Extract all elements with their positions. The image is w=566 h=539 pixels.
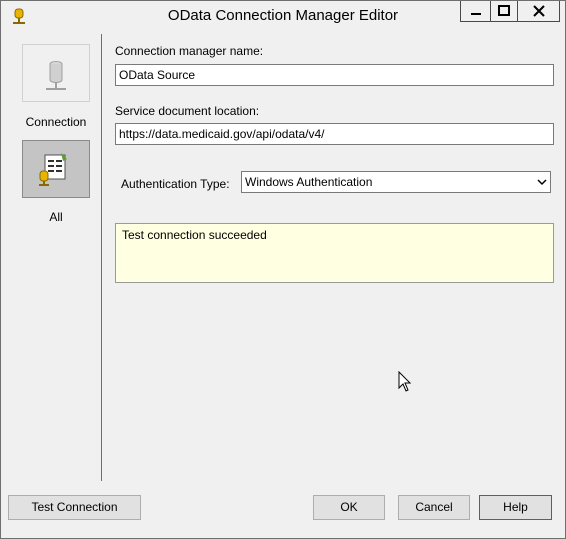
- dialog-body: Connection All Connection manager name: …: [8, 32, 559, 532]
- nav-connection-label[interactable]: Connection: [10, 115, 102, 129]
- service-location-label: Service document location:: [115, 104, 260, 118]
- status-message: Test connection succeeded: [122, 228, 267, 242]
- ok-button[interactable]: OK: [313, 495, 385, 520]
- status-message-box: Test connection succeeded: [115, 223, 554, 283]
- cancel-button[interactable]: Cancel: [398, 495, 470, 520]
- maximize-icon: [498, 5, 510, 16]
- title-bar[interactable]: OData Connection Manager Editor: [1, 1, 565, 31]
- editor-window: OData Connection Manager Editor Connecti…: [0, 0, 566, 539]
- minimize-button[interactable]: [460, 1, 490, 22]
- database-connection-icon: [46, 61, 66, 90]
- maximize-button[interactable]: [490, 1, 517, 22]
- auth-type-dropdown[interactable]: Windows Authentication: [241, 171, 551, 193]
- connection-name-label: Connection manager name:: [115, 44, 264, 58]
- nav-all-label[interactable]: All: [10, 210, 102, 224]
- nav-connection-button[interactable]: [22, 44, 90, 102]
- auth-type-label: Authentication Type:: [121, 177, 230, 191]
- nav-all-button[interactable]: [22, 140, 90, 198]
- chevron-down-icon[interactable]: [536, 176, 548, 188]
- property-sheet-icon: [39, 153, 67, 186]
- close-icon: [533, 5, 545, 17]
- mouse-pointer-icon: [398, 371, 412, 392]
- auth-type-selected-value: Windows Authentication: [245, 175, 373, 189]
- test-connection-button[interactable]: Test Connection: [8, 495, 141, 520]
- page-navigator: Connection All: [10, 34, 102, 481]
- service-location-input[interactable]: https://data.medicaid.gov/api/odata/v4/: [115, 123, 554, 145]
- minimize-icon: [471, 13, 481, 15]
- connection-name-input[interactable]: OData Source: [115, 64, 554, 86]
- close-button[interactable]: [517, 1, 560, 22]
- help-button[interactable]: Help: [479, 495, 552, 520]
